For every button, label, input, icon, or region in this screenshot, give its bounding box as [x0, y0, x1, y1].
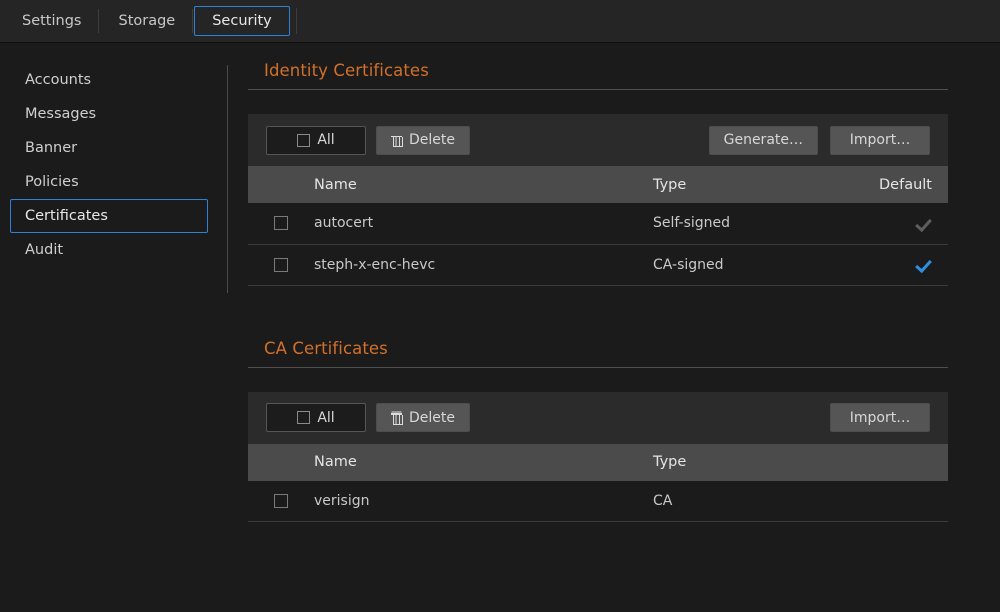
ca-header-name[interactable]: Name — [314, 444, 653, 481]
identity-select-all-button[interactable]: All — [266, 126, 366, 155]
sidebar-item-label: Messages — [25, 106, 96, 122]
table-row[interactable]: steph-x-enc-hevc CA-signed — [248, 244, 948, 285]
trash-icon — [391, 134, 402, 147]
ca-import-button[interactable]: Import… — [830, 403, 930, 432]
sidebar-item-accounts[interactable]: Accounts — [10, 63, 208, 97]
ca-table-head: Name Type — [248, 444, 948, 481]
ca-import-label: Import… — [850, 410, 910, 426]
table-row[interactable]: verisign CA — [248, 481, 948, 522]
identity-header-checkbox — [248, 166, 314, 203]
ca-table-header-row: Name Type — [248, 444, 948, 481]
sidebar-item-label: Audit — [25, 242, 63, 258]
identity-header-name[interactable]: Name — [314, 166, 653, 203]
identity-toolbar: All Delete Generate… Import… — [248, 114, 948, 166]
sidebar-item-banner[interactable]: Banner — [10, 131, 208, 165]
sidebar-item-label: Banner — [25, 140, 77, 156]
ca-select-all-button[interactable]: All — [266, 403, 366, 432]
ca-delete-button[interactable]: Delete — [376, 403, 470, 432]
check-icon — [915, 215, 932, 232]
identity-row-name[interactable]: autocert — [314, 203, 653, 244]
identity-row-default[interactable] — [838, 203, 948, 244]
identity-row-default[interactable] — [838, 244, 948, 285]
identity-row-checkbox-cell[interactable] — [248, 244, 314, 285]
identity-header-type[interactable]: Type — [653, 166, 838, 203]
row-checkbox-icon[interactable] — [274, 216, 288, 230]
identity-row-checkbox-cell[interactable] — [248, 203, 314, 244]
checkbox-icon — [297, 134, 310, 147]
identity-row-type: Self-signed — [653, 203, 838, 244]
tab-security[interactable]: Security — [194, 6, 290, 36]
identity-section-rule — [248, 89, 948, 90]
default-cell-wrapper — [838, 215, 932, 232]
sidebar-item-label: Policies — [25, 174, 79, 190]
sidebar-item-policies[interactable]: Policies — [10, 165, 208, 199]
identity-certificates-table: Name Type Default autocert Self-signed — [248, 166, 948, 286]
check-icon — [915, 256, 932, 273]
main-content: Identity Certificates All Delete Generat… — [228, 43, 1000, 612]
identity-delete-button[interactable]: Delete — [376, 126, 470, 155]
identity-generate-button[interactable]: Generate… — [709, 126, 818, 155]
tab-storage-label: Storage — [118, 13, 175, 29]
top-tab-bar: Settings Storage Security — [0, 0, 1000, 43]
identity-section-title: Identity Certificates — [248, 43, 948, 89]
identity-generate-label: Generate… — [724, 132, 803, 148]
identity-import-label: Import… — [850, 132, 910, 148]
identity-row-name[interactable]: steph-x-enc-hevc — [314, 244, 653, 285]
page-body: Accounts Messages Banner Policies Certif… — [0, 43, 1000, 612]
checkbox-wrapper — [248, 216, 314, 230]
sidebar-item-audit[interactable]: Audit — [10, 233, 208, 267]
ca-row-name[interactable]: verisign — [314, 481, 653, 522]
sidebar-item-messages[interactable]: Messages — [10, 97, 208, 131]
identity-row-type: CA-signed — [653, 244, 838, 285]
row-checkbox-icon[interactable] — [274, 258, 288, 272]
row-checkbox-icon[interactable] — [274, 494, 288, 508]
sidebar: Accounts Messages Banner Policies Certif… — [0, 43, 228, 612]
identity-header-default[interactable]: Default — [838, 166, 948, 203]
ca-header-spacer — [838, 444, 948, 481]
ca-section-rule — [248, 367, 948, 368]
tab-security-label: Security — [212, 13, 272, 29]
ca-row-checkbox-cell[interactable] — [248, 481, 314, 522]
identity-table-body: autocert Self-signed — [248, 203, 948, 285]
ca-section-title: CA Certificates — [248, 321, 948, 367]
tab-settings-label: Settings — [22, 13, 81, 29]
checkbox-icon — [297, 411, 310, 424]
ca-header-checkbox — [248, 444, 314, 481]
identity-table-header-row: Name Type Default — [248, 166, 948, 203]
ca-certificates-table: Name Type verisign CA — [248, 444, 948, 523]
identity-select-all-label: All — [317, 132, 334, 148]
checkbox-wrapper — [248, 258, 314, 272]
sidebar-item-label: Certificates — [25, 208, 108, 224]
tab-storage[interactable]: Storage — [100, 6, 193, 36]
tab-divider — [296, 8, 297, 34]
sidebar-item-certificates[interactable]: Certificates — [10, 199, 208, 233]
ca-header-type[interactable]: Type — [653, 444, 838, 481]
ca-row-spacer — [838, 481, 948, 522]
table-row[interactable]: autocert Self-signed — [248, 203, 948, 244]
identity-table-head: Name Type Default — [248, 166, 948, 203]
ca-certificates-section: CA Certificates All Delete Import… — [248, 321, 948, 523]
default-cell-wrapper — [838, 256, 932, 273]
identity-delete-label: Delete — [409, 132, 455, 148]
identity-certificates-section: Identity Certificates All Delete Generat… — [248, 43, 948, 286]
trash-icon — [391, 411, 402, 424]
ca-table-body: verisign CA — [248, 481, 948, 522]
tab-settings[interactable]: Settings — [4, 6, 99, 36]
identity-import-button[interactable]: Import… — [830, 126, 930, 155]
ca-delete-label: Delete — [409, 410, 455, 426]
sidebar-item-label: Accounts — [25, 72, 91, 88]
checkbox-wrapper — [248, 494, 314, 508]
ca-row-type: CA — [653, 481, 838, 522]
ca-toolbar: All Delete Import… — [248, 392, 948, 444]
ca-select-all-label: All — [317, 410, 334, 426]
